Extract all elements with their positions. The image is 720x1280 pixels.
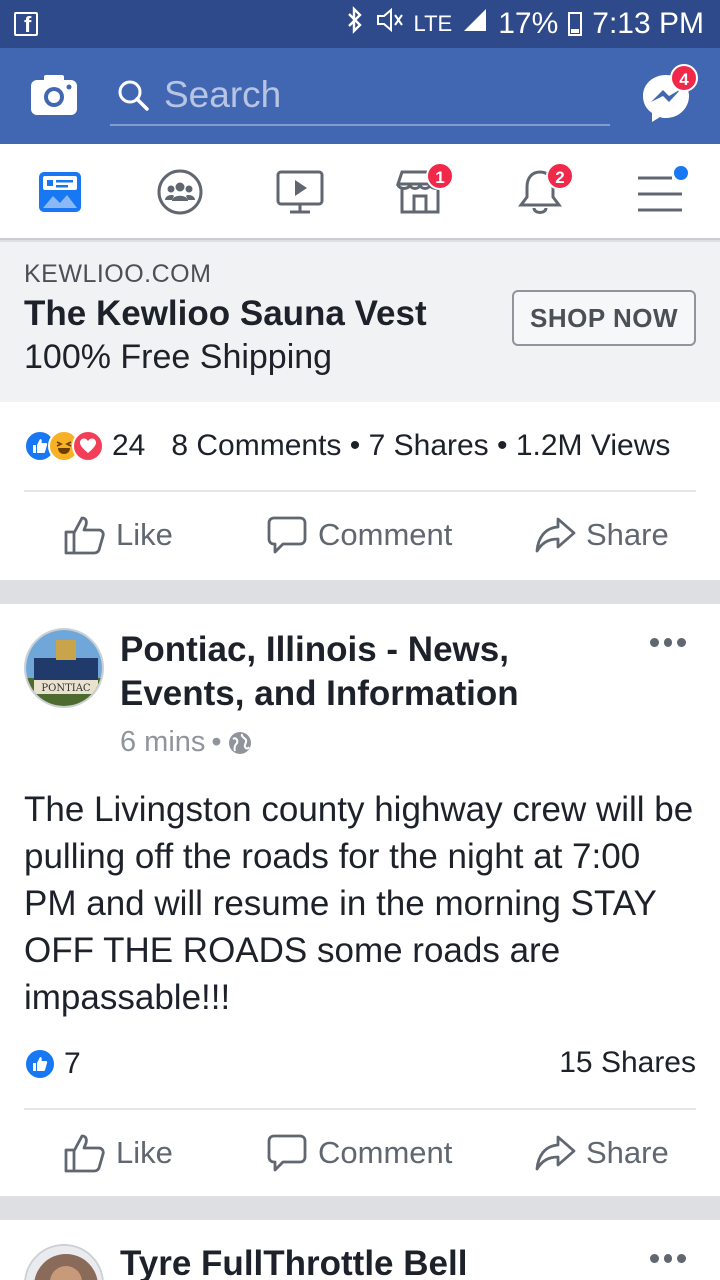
signal-icon	[462, 7, 488, 41]
tab-menu[interactable]	[600, 144, 720, 240]
like-button[interactable]: Like	[64, 1110, 173, 1196]
author-name[interactable]: Tyre FullThrottle Bell	[120, 1242, 467, 1280]
search-icon	[116, 78, 150, 112]
news-feed-icon	[39, 172, 81, 212]
more-options-button[interactable]	[650, 638, 687, 650]
facebook-icon: f	[14, 12, 38, 37]
engagement-stats[interactable]: 8 Comments • 7 Shares • 1.2M Views	[171, 429, 670, 463]
page-name[interactable]: Pontiac, Illinois - News, Events, and In…	[120, 628, 519, 716]
status-bar: f LTE 17% 7:13 PM	[0, 0, 720, 48]
ad-subtitle: 100% Free Shipping	[24, 338, 333, 376]
like-icon	[64, 1134, 105, 1173]
like-button[interactable]: Like	[64, 492, 173, 578]
tab-watch[interactable]	[240, 144, 360, 240]
post-text: The Livingston county highway crew will …	[24, 790, 694, 1017]
reaction-summary[interactable]: 7	[24, 1044, 81, 1084]
more-options-button[interactable]	[650, 1254, 687, 1266]
author-avatar[interactable]	[24, 1244, 104, 1280]
share-label: Share	[586, 517, 669, 552]
comment-label: Comment	[318, 1135, 453, 1170]
status-indicators: LTE 17% 7:13 PM	[346, 6, 704, 42]
shop-now-button[interactable]: SHOP NOW	[512, 290, 696, 346]
page-name-line2: Events, and Information	[120, 674, 519, 713]
tab-notifications[interactable]: 2	[480, 144, 600, 240]
like-reaction-icon	[24, 1048, 56, 1080]
action-bar: Like Comment Share	[0, 1110, 720, 1196]
messenger-button[interactable]: 4	[640, 64, 698, 124]
like-label: Like	[116, 1135, 173, 1170]
post-card: Tyre FullThrottle Bell	[0, 1220, 720, 1280]
app-bar: Search 4	[0, 48, 720, 144]
like-label: Like	[116, 517, 173, 552]
notifications-badge: 2	[546, 162, 574, 190]
share-count[interactable]: 15 Shares	[559, 1046, 696, 1080]
comment-button[interactable]: Comment	[266, 1110, 452, 1196]
messenger-icon	[640, 75, 692, 128]
ad-engagement: 24 8 Comments • 7 Shares • 1.2M Views Li…	[0, 402, 720, 580]
comment-icon	[267, 516, 307, 554]
share-button[interactable]: Share	[534, 1110, 669, 1196]
share-button[interactable]: Share	[534, 492, 669, 578]
marketplace-badge: 1	[426, 162, 454, 190]
search-input[interactable]: Search	[164, 74, 281, 116]
groups-icon	[157, 169, 203, 215]
comment-label: Comment	[318, 517, 453, 552]
comment-icon	[267, 1134, 307, 1172]
post-time[interactable]: 6 mins	[120, 726, 205, 759]
reaction-summary[interactable]: 24 8 Comments • 7 Shares • 1.2M Views	[24, 426, 670, 466]
post-card: PONTIAC Pontiac, Illinois - News, Events…	[0, 604, 720, 1196]
love-reaction-icon	[72, 430, 104, 462]
like-icon	[64, 516, 105, 555]
bluetooth-icon	[346, 6, 364, 42]
share-icon	[535, 517, 576, 553]
action-bar: Like Comment Share	[0, 492, 720, 578]
tab-groups[interactable]	[120, 144, 240, 240]
comment-button[interactable]: Comment	[266, 492, 452, 578]
post-meta: 6 mins •	[120, 726, 252, 759]
page-avatar[interactable]: PONTIAC	[24, 628, 104, 708]
ad-domain: KEWLIOO.COM	[24, 260, 212, 288]
reaction-count: 7	[64, 1047, 81, 1080]
share-icon	[535, 1135, 576, 1171]
meta-separator: •	[211, 726, 222, 758]
tab-bar: 1 2	[0, 144, 720, 240]
search-bar[interactable]: Search	[110, 66, 610, 126]
messenger-badge: 4	[670, 64, 698, 92]
mute-icon	[374, 7, 404, 41]
tab-marketplace[interactable]: 1	[360, 144, 480, 240]
battery-icon	[568, 12, 583, 36]
clock: 7:13 PM	[592, 7, 704, 40]
menu-dot-indicator	[674, 166, 688, 180]
camera-icon[interactable]	[30, 74, 78, 116]
ad-card[interactable]: KEWLIOO.COM The Kewlioo Sauna Vest 100% …	[0, 242, 720, 402]
avatar-label: PONTIAC	[41, 683, 91, 694]
network-label: LTE	[413, 11, 453, 36]
page-name-line1: Pontiac, Illinois - News,	[120, 630, 509, 669]
battery-percent: 17%	[498, 7, 559, 40]
watch-icon	[276, 170, 324, 214]
ad-title: The Kewlioo Sauna Vest	[24, 294, 427, 333]
globe-icon	[228, 731, 251, 754]
reaction-count: 24	[112, 429, 146, 462]
share-label: Share	[586, 1135, 669, 1170]
tab-news-feed[interactable]	[0, 144, 120, 240]
